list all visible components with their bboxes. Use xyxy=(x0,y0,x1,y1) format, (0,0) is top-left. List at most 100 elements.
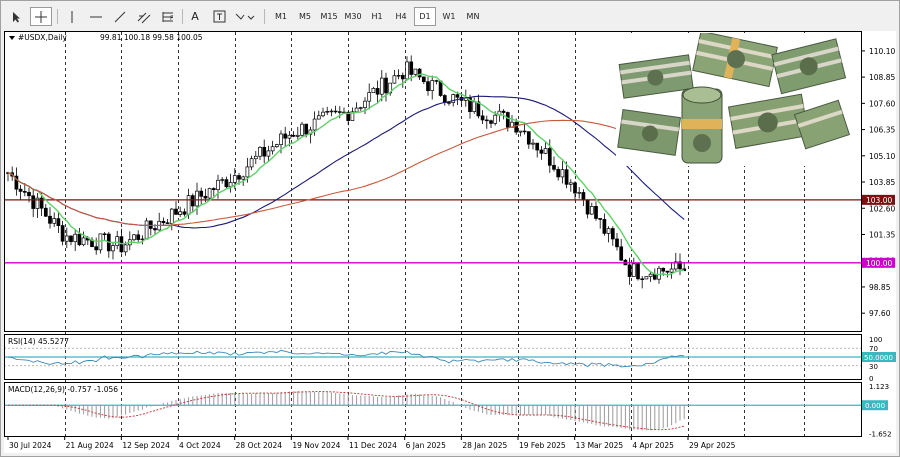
candle-body xyxy=(237,175,241,180)
timeframe-m30[interactable]: M30 xyxy=(342,7,364,26)
text-label-tool-icon[interactable] xyxy=(210,7,228,26)
candle-body xyxy=(22,191,27,193)
candle-body xyxy=(384,77,388,94)
candle-body xyxy=(291,134,296,137)
candle-body xyxy=(552,164,556,170)
candle-body xyxy=(484,119,489,122)
price-tick-label: 103.85 xyxy=(869,178,895,187)
price-tick-label: 105.10 xyxy=(869,152,895,161)
candle-body xyxy=(669,268,674,273)
candle-body xyxy=(224,179,229,188)
timeframe-h4[interactable]: H4 xyxy=(390,7,412,26)
candle-body xyxy=(447,102,451,104)
candle-body xyxy=(631,263,636,277)
crosshair-tool-icon[interactable] xyxy=(30,7,52,26)
candle-body xyxy=(207,188,212,199)
candle-body xyxy=(174,208,178,215)
timeframe-m1[interactable]: M1 xyxy=(270,7,292,26)
candle-body xyxy=(283,133,288,139)
trendline-tool-icon[interactable] xyxy=(110,7,130,26)
candle-body xyxy=(321,111,325,117)
date-tick-label: 19 Feb 2025 xyxy=(519,441,566,450)
fibonacci-tool-icon[interactable]: F xyxy=(158,7,178,26)
candle-body xyxy=(375,88,380,95)
rsi-tick-label: 30 xyxy=(869,363,878,371)
candle-body xyxy=(358,107,363,109)
candle-body xyxy=(165,222,170,224)
candle-body xyxy=(190,195,195,207)
candle-body xyxy=(354,107,359,113)
candle-body xyxy=(615,238,619,248)
chart-area[interactable]: 110.10 108.85 107.60 106.35 105.10 103.85 102.… xyxy=(4,31,896,453)
candle-body xyxy=(337,111,342,113)
candle-body xyxy=(232,175,237,183)
candle-body xyxy=(203,195,208,199)
candle-body xyxy=(274,144,279,148)
candle-body xyxy=(438,80,443,96)
candle-body xyxy=(581,192,586,201)
candle-body xyxy=(577,192,582,194)
candle-body xyxy=(333,110,338,113)
horizontal-line-tool-icon[interactable] xyxy=(86,7,106,26)
macd-label: MACD(12,26,9) -0.757 -1.056 xyxy=(8,385,118,394)
candle-body xyxy=(413,68,418,75)
candle-body xyxy=(421,76,426,83)
money-stack-photo xyxy=(616,33,850,166)
equidistant-channel-tool-icon[interactable] xyxy=(134,7,154,26)
rsi-tick-label: 0 xyxy=(869,375,873,383)
candle-body xyxy=(295,134,300,137)
date-tick-label: 4 Oct 2024 xyxy=(179,441,221,450)
macd-tick-label: -1.652 xyxy=(869,430,892,438)
candle-body xyxy=(102,233,107,236)
candle-body xyxy=(77,233,82,246)
timeframe-w1[interactable]: W1 xyxy=(438,7,460,26)
candle-body xyxy=(636,263,640,280)
timeframe-h1[interactable]: H1 xyxy=(366,7,388,26)
timeframe-m15[interactable]: M15 xyxy=(318,7,340,26)
price-tick-label: 98.85 xyxy=(869,283,891,292)
date-tick-label: 4 Apr 2025 xyxy=(632,441,674,450)
candle-body xyxy=(451,94,456,103)
candle-body xyxy=(249,158,254,168)
candle-body xyxy=(132,234,136,241)
candle-body xyxy=(169,208,174,224)
timeframe-m5[interactable]: M5 xyxy=(294,7,316,26)
candle-body xyxy=(417,68,422,78)
candle-body xyxy=(430,80,435,92)
candle-body xyxy=(52,218,57,224)
candle-body xyxy=(300,123,304,136)
candle-body xyxy=(379,77,384,95)
timeframe-mn[interactable]: MN xyxy=(462,7,484,26)
cursor-tool-icon[interactable] xyxy=(6,7,26,26)
candle-body xyxy=(522,130,527,133)
price-tick-label: 101.35 xyxy=(869,230,895,239)
candle-body xyxy=(493,114,498,124)
arrows-tool-icon[interactable] xyxy=(232,7,258,26)
candle-body xyxy=(602,219,607,234)
rsi-tag-label: 50.0000 xyxy=(864,354,893,362)
date-tick-label: 28 Jan 2025 xyxy=(462,441,507,450)
vertical-line-tool-icon[interactable] xyxy=(62,7,82,26)
candle-body xyxy=(610,228,615,240)
candle-body xyxy=(211,188,216,191)
candle-body xyxy=(94,246,99,251)
candle-body xyxy=(363,100,367,108)
rsi-label: RSI(14) 45.5277 xyxy=(8,337,69,346)
candle-body xyxy=(81,237,86,246)
svg-text:F: F xyxy=(170,15,174,22)
date-tick-label: 6 Jan 2025 xyxy=(406,441,446,450)
candle-body xyxy=(228,182,233,188)
text-tool-icon[interactable]: A xyxy=(186,7,204,26)
candle-body xyxy=(598,218,603,220)
candle-body xyxy=(258,146,262,157)
price-tag-label: 100.00 xyxy=(866,259,892,268)
candle-body xyxy=(329,110,334,113)
candle-body xyxy=(73,233,78,243)
candle-body xyxy=(144,220,149,240)
candle-body xyxy=(262,146,267,157)
candle-body xyxy=(270,146,275,152)
candle-body xyxy=(606,228,611,234)
candle-body xyxy=(652,273,657,280)
candle-body xyxy=(396,75,401,77)
timeframe-d1[interactable]: D1 xyxy=(414,7,436,26)
